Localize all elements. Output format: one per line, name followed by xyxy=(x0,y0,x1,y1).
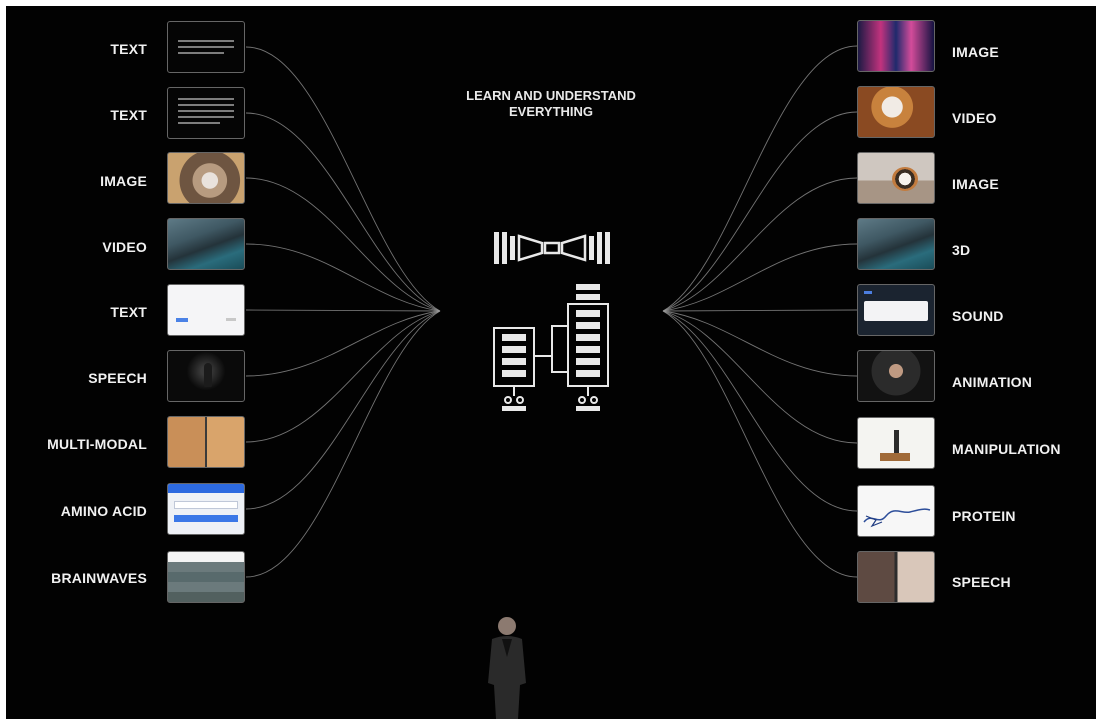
input-connection-line xyxy=(245,310,441,510)
output-thumbnail-audio-ui xyxy=(857,284,935,336)
presenter-figure xyxy=(488,617,526,719)
slide-title: LEARN AND UNDERSTAND EVERYTHING xyxy=(426,88,676,120)
output-connection-line xyxy=(662,177,858,312)
input-label-brainwaves: BRAINWAVES xyxy=(51,570,147,586)
output-label-video: VIDEO xyxy=(952,110,997,126)
output-label-image: IMAGE xyxy=(952,44,999,60)
input-label-text: TEXT xyxy=(110,107,147,123)
output-connection-line xyxy=(662,310,858,578)
output-thumbnail-protein-structure xyxy=(857,485,935,537)
output-thumbnail-coastline-3d xyxy=(857,218,935,270)
input-label-text: TEXT xyxy=(110,41,147,57)
input-label-multi-modal: MULTI-MODAL xyxy=(47,436,147,452)
output-label-image: IMAGE xyxy=(952,176,999,192)
neural-network-icon xyxy=(494,232,610,264)
output-label-animation: ANIMATION xyxy=(952,374,1033,390)
input-connection-line xyxy=(245,112,441,312)
output-label-sound: SOUND xyxy=(952,308,1004,324)
input-label-text: TEXT xyxy=(110,304,147,320)
output-thumbnail-robot-table xyxy=(857,417,935,469)
output-connection-line xyxy=(662,309,858,312)
slide-title-line-1: LEARN AND UNDERSTAND xyxy=(466,88,636,103)
output-thumbnail-talking-head xyxy=(857,350,935,402)
keynote-slide: LEARN AND UNDERSTAND EVERYTHING TEXT TEX… xyxy=(6,6,1096,719)
output-connection-line xyxy=(662,45,858,312)
output-label-speech: SPEECH xyxy=(952,574,1011,590)
input-thumbnail-protein-sequence-form xyxy=(167,483,245,535)
input-thumbnail-web-form xyxy=(167,284,245,336)
output-thumbnail-video-call xyxy=(857,551,935,603)
input-thumbnail-robot-arm xyxy=(167,416,245,468)
input-thumbnail-cat-photo xyxy=(167,152,245,204)
output-label-manipulation: MANIPULATION xyxy=(952,441,1061,457)
output-label-3d: 3D xyxy=(952,242,971,258)
input-thumbnail-text-paragraph xyxy=(167,87,245,139)
input-label-speech: SPEECH xyxy=(88,370,147,386)
output-label-protein: PROTEIN xyxy=(952,508,1016,524)
output-connection-line xyxy=(662,111,858,312)
input-connection-line xyxy=(245,243,441,312)
output-connection-line xyxy=(662,310,858,444)
output-connection-line xyxy=(662,310,858,512)
input-thumbnail-brainwave-waveform xyxy=(167,551,245,603)
input-thumbnail-coastline-video xyxy=(167,218,245,270)
transformer-architecture-icon xyxy=(493,284,609,411)
input-connection-line xyxy=(245,309,441,312)
input-connection-line xyxy=(245,310,441,443)
input-connection-line xyxy=(245,310,441,578)
input-thumbnail-text-prompt xyxy=(167,21,245,73)
input-label-video: VIDEO xyxy=(102,239,147,255)
output-thumbnail-cat-robot xyxy=(857,86,935,138)
input-label-amino-acid: AMINO ACID xyxy=(60,503,147,519)
input-label-image: IMAGE xyxy=(100,173,147,189)
input-connection-line xyxy=(245,177,441,312)
output-thumbnail-kitten-photo xyxy=(857,152,935,204)
slide-title-line-2: EVERYTHING xyxy=(508,104,594,119)
input-connection-line xyxy=(245,310,441,377)
output-connection-line xyxy=(662,310,858,377)
output-thumbnail-neon-city-cat xyxy=(857,20,935,72)
output-connection-line xyxy=(662,243,858,312)
input-thumbnail-stage-speaker xyxy=(167,350,245,402)
